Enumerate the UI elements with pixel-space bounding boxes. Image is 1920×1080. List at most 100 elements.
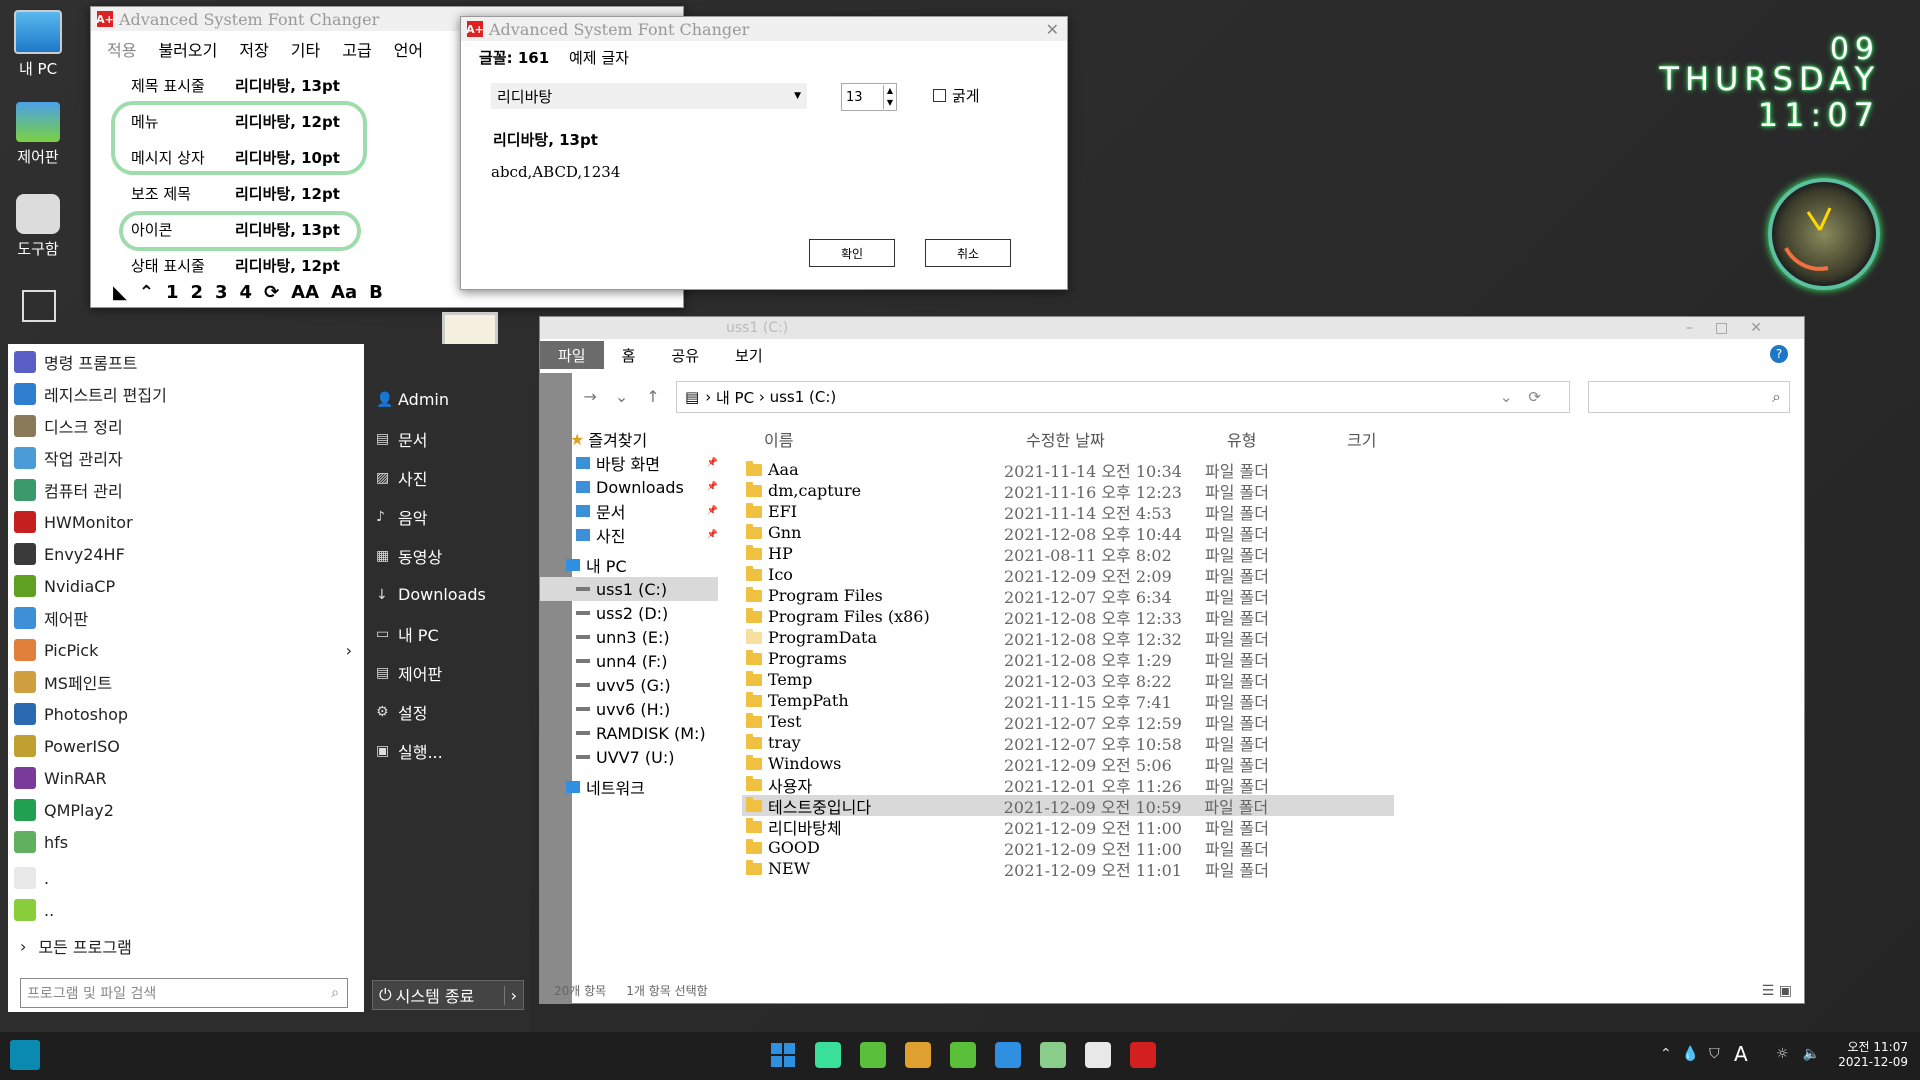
file-row[interactable]: Program Files (x86) 2021-12-08 오후 12:33 파일… <box>742 606 1804 628</box>
place-item[interactable]: ▤ 제어판 <box>364 653 524 692</box>
file-row[interactable]: tray 2021-12-07 오후 10:58 파일 폴더 <box>742 732 1804 754</box>
file-row[interactable]: EFI 2021-11-14 오전 4:53 파일 폴더 <box>742 501 1804 523</box>
pin-icon[interactable]: 📌 <box>707 530 718 540</box>
file-row[interactable]: 테스트중입니다 2021-12-09 오전 10:59 파일 폴더 <box>742 795 1394 817</box>
volume-icon[interactable]: ☼🔈 <box>1776 1046 1834 1062</box>
column-date[interactable]: 수정한 날짜 <box>1026 427 1227 451</box>
sample-tab[interactable]: 예제 글자 <box>569 47 629 68</box>
toolbar-font-size-small[interactable]: Aa <box>331 282 357 303</box>
tab-share[interactable]: 공유 <box>653 341 717 369</box>
file-row[interactable]: Ico 2021-12-09 오전 2:09 파일 폴더 <box>742 564 1804 586</box>
font-changer-icon[interactable] <box>1130 1042 1156 1068</box>
explorer-titlebar[interactable]: uss1 (C:) –□✕ <box>540 317 1804 339</box>
nav-favorite-item[interactable]: Downloads 📌 <box>540 475 722 499</box>
program-item[interactable]: . <box>8 862 364 894</box>
ok-button[interactable]: 확인 <box>809 239 895 267</box>
notepad-icon[interactable] <box>860 1042 886 1068</box>
explorer-search-input[interactable]: ⌕ <box>1588 381 1790 413</box>
file-row[interactable]: TempPath 2021-11-15 오후 7:41 파일 폴더 <box>742 690 1804 712</box>
nav-drive-item[interactable]: RAMDISK (M:) <box>540 721 722 745</box>
bear-icon[interactable] <box>1085 1042 1111 1068</box>
place-item[interactable]: ▦ 동영상 <box>364 536 524 575</box>
nav-drive-item[interactable]: uvv5 (G:) <box>540 673 722 697</box>
nav-drive-item[interactable]: uss2 (D:) <box>540 601 722 625</box>
nav-drive-item[interactable]: uvv6 (H:) <box>540 697 722 721</box>
word-icon[interactable] <box>995 1042 1021 1068</box>
menu-other[interactable]: 기타 <box>291 37 320 61</box>
file-row[interactable]: NEW 2021-12-09 오전 11:01 파일 폴더 <box>742 858 1804 880</box>
nav-favorite-item[interactable]: 사진 📌 <box>540 523 722 547</box>
toolbar-preset-4[interactable]: 4 <box>240 282 253 303</box>
font-row-icon[interactable]: 아이콘 리디바탕, 13pt <box>131 219 361 240</box>
desktop-icon-blank[interactable] <box>22 290 56 322</box>
font-row-status-bar[interactable]: 상태 표시줄 리디바탕, 12pt <box>131 255 361 276</box>
nav-drive-item[interactable]: unn3 (E:) <box>540 625 722 649</box>
file-row[interactable]: Aaa 2021-11-14 오전 10:34 파일 폴더 <box>742 459 1804 481</box>
program-item[interactable]: WinRAR <box>8 762 364 794</box>
toolbar-preset-1[interactable]: 1 <box>166 282 179 303</box>
menu-apply[interactable]: 적용 <box>107 37 136 61</box>
file-row[interactable]: Program Files 2021-12-07 오후 6:34 파일 폴더 <box>742 585 1804 607</box>
desktop-icon-my-pc[interactable]: 내 PC <box>8 10 68 79</box>
program-item[interactable]: 컴퓨터 관리 <box>8 474 364 506</box>
program-item[interactable]: NvidiaCP <box>8 570 364 602</box>
program-item[interactable]: 디스크 정리 <box>8 410 364 442</box>
toolbar-bold[interactable]: B <box>369 282 383 303</box>
font-row-subtitle[interactable]: 보조 제목 리디바탕, 12pt <box>131 183 361 204</box>
launcher-icon[interactable] <box>815 1042 841 1068</box>
place-item[interactable]: ▤ 문서 <box>364 419 524 458</box>
file-row[interactable]: Programs 2021-12-08 오후 1:29 파일 폴더 <box>742 648 1804 670</box>
file-row[interactable]: 사용자 2021-12-01 오후 11:26 파일 폴더 <box>742 774 1804 796</box>
toolbar-preset-3[interactable]: 3 <box>215 282 228 303</box>
column-type[interactable]: 유형 <box>1227 427 1347 451</box>
place-item[interactable]: ▣ 실행... <box>364 731 524 770</box>
pin-icon[interactable]: 📌 <box>707 482 718 492</box>
file-row[interactable]: 리디바탕체 2021-12-09 오전 11:00 파일 폴더 <box>742 816 1804 838</box>
file-row[interactable]: Test 2021-12-07 오후 12:59 파일 폴더 <box>742 711 1804 733</box>
nav-favorite-item[interactable]: 바탕 화면 📌 <box>540 451 722 475</box>
program-item[interactable]: PowerISO <box>8 730 364 762</box>
program-item[interactable]: .. <box>8 894 364 926</box>
font-row-menu[interactable]: 메뉴 리디바탕, 12pt <box>131 111 361 132</box>
nav-favorite-item[interactable]: 문서 📌 <box>540 499 722 523</box>
tab-home[interactable]: 홈 <box>604 341 654 369</box>
font-dialog-titlebar[interactable]: A+ Advanced System Font Changer ✕ <box>461 17 1067 41</box>
program-item[interactable]: PicPick › <box>8 634 364 666</box>
program-item[interactable]: QMPlay2 <box>8 794 364 826</box>
photos-icon[interactable] <box>905 1042 931 1068</box>
program-item[interactable]: HWMonitor <box>8 506 364 538</box>
toolbar-font-size-large[interactable]: AA <box>291 282 319 303</box>
calc-icon[interactable] <box>950 1042 976 1068</box>
place-item[interactable]: ♪ 음악 <box>364 497 524 536</box>
chevron-right-icon[interactable]: › <box>503 985 517 1005</box>
bold-checkbox[interactable]: 굵게 <box>933 85 980 106</box>
program-item[interactable]: 작업 관리자 <box>8 442 364 474</box>
desktop-icon-control-panel[interactable]: 제어판 <box>8 102 68 167</box>
program-item[interactable]: 제어판 <box>8 602 364 634</box>
file-row[interactable]: ProgramData 2021-12-08 오후 12:32 파일 폴더 <box>742 627 1804 649</box>
program-item[interactable]: 레지스트리 편집기 <box>8 378 364 410</box>
place-item[interactable]: ↓ Downloads <box>364 575 524 614</box>
file-row[interactable]: Windows 2021-12-09 오전 5:06 파일 폴더 <box>742 753 1804 775</box>
nav-favorites[interactable]: ★ 즐겨찾기 <box>540 427 722 451</box>
place-item[interactable]: ▨ 사진 <box>364 458 524 497</box>
help-icon[interactable]: ? <box>1770 345 1788 363</box>
start-search-input[interactable]: 프로그램 및 파일 검색 ⌕ <box>20 978 348 1008</box>
menu-language[interactable]: 언어 <box>394 37 423 61</box>
program-item[interactable]: Photoshop <box>8 698 364 730</box>
place-item[interactable]: ⚙ 설정 <box>364 692 524 731</box>
file-row[interactable]: Temp 2021-12-03 오후 8:22 파일 폴더 <box>742 669 1804 691</box>
nav-drive-item[interactable]: UVV7 (U:) <box>540 745 722 769</box>
breadcrumb-drive[interactable]: uss1 (C:) <box>770 388 837 406</box>
nav-this-pc[interactable]: 내 PC <box>540 553 722 577</box>
font-select[interactable]: 리디바탕 ▼ <box>491 83 807 109</box>
breadcrumb-pc[interactable]: 내 PC <box>716 387 754 408</box>
windows-start-icon[interactable] <box>770 1042 796 1068</box>
file-row[interactable]: HP 2021-08-11 오후 8:02 파일 폴더 <box>742 543 1804 565</box>
file-row[interactable]: Gnn 2021-12-08 오후 10:44 파일 폴더 <box>742 522 1804 544</box>
pin-icon[interactable]: 📌 <box>707 506 718 516</box>
tab-view[interactable]: 보기 <box>717 341 781 369</box>
font-row-title-bar[interactable]: 제목 표시줄 리디바탕, 13pt <box>131 75 361 96</box>
place-item[interactable]: ▭ 내 PC <box>364 614 524 653</box>
nav-drive-item[interactable]: uss1 (C:) <box>540 577 718 601</box>
